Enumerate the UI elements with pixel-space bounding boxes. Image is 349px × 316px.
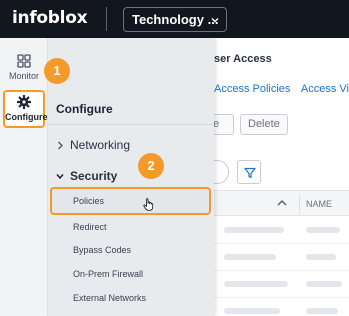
tab-access-policies[interactable]: Access Policies <box>214 83 290 95</box>
flyout-divider <box>48 124 214 125</box>
menu-section-security[interactable]: Security <box>56 169 117 183</box>
row-cell <box>224 227 284 233</box>
chevron-down-icon <box>211 18 219 23</box>
configure-flyout-menu: Configure Networking Security Policies R… <box>48 38 214 316</box>
table-row[interactable] <box>214 217 349 244</box>
menu-item-redirect[interactable]: Redirect <box>73 222 107 232</box>
row-cell <box>306 281 342 287</box>
menu-section-networking[interactable]: Networking <box>56 138 130 152</box>
gear-icon <box>17 95 31 109</box>
page-tabs: Access Policies Access View <box>214 83 349 97</box>
header-divider <box>106 7 107 31</box>
menu-section-label: Networking <box>70 138 131 152</box>
tab-access-view[interactable]: Access View <box>301 83 349 95</box>
account-selector[interactable]: Technology ... <box>123 7 227 32</box>
step-2-badge: 2 <box>138 153 164 179</box>
menu-item-bypass-codes[interactable]: Bypass Codes <box>73 245 131 255</box>
row-cell <box>224 308 280 314</box>
rail-item-label: Configure <box>5 112 48 122</box>
menu-item-policies[interactable]: Policies <box>73 196 104 206</box>
column-separator <box>299 194 300 214</box>
hand-cursor-icon <box>143 198 154 211</box>
table-row[interactable] <box>214 244 349 271</box>
row-cell <box>306 227 340 233</box>
menu-item-external-networks[interactable]: External Networks <box>73 293 146 303</box>
filter-button[interactable] <box>237 160 261 184</box>
step-1-badge: 1 <box>44 58 70 84</box>
flyout-title: Configure <box>56 102 113 116</box>
rail-item-label: Monitor <box>8 71 39 81</box>
filter-icon <box>244 167 256 179</box>
row-cell <box>224 254 276 260</box>
menu-item-on-prem-firewall[interactable]: On-Prem Firewall <box>73 269 143 279</box>
table-row[interactable] <box>214 271 349 298</box>
table-header: NAME <box>214 190 349 216</box>
nav-rail: Monitor Configure <box>0 38 48 316</box>
column-header-name[interactable]: NAME <box>306 199 332 209</box>
row-cell <box>306 254 336 260</box>
chevron-right-icon <box>58 141 63 150</box>
rail-item-configure[interactable]: Configure <box>3 90 48 128</box>
rail-item-monitor[interactable]: Monitor <box>0 54 48 81</box>
table-row[interactable] <box>214 298 349 316</box>
account-selector-label: Technology ... <box>132 12 219 27</box>
chevron-down-icon <box>56 174 64 180</box>
menu-section-label: Security <box>70 169 118 183</box>
row-cell <box>306 308 338 314</box>
infoblox-logo[interactable]: infoblox <box>12 8 88 28</box>
grid-icon <box>17 54 31 68</box>
page-title: ser Access <box>214 53 272 65</box>
row-cell <box>224 281 288 287</box>
sort-ascending-icon[interactable] <box>276 198 288 208</box>
delete-button[interactable]: Delete <box>240 114 288 135</box>
top-bar: infoblox Technology ... <box>0 0 349 38</box>
